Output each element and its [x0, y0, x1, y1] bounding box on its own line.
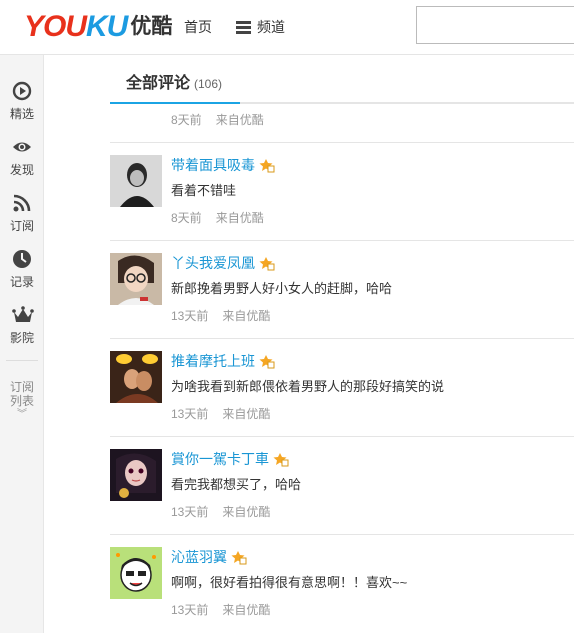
- tab-title: 全部评论: [126, 75, 191, 92]
- comment-username[interactable]: 丫头我爱凤凰: [171, 254, 275, 272]
- comment-time: 8天前: [171, 113, 202, 127]
- comment-tab-bar: 全部评论 (106): [110, 70, 574, 104]
- vip-badge-icon: [231, 550, 247, 565]
- sidebar-item-label: 影院: [9, 331, 34, 345]
- comment-source: 来自优酷: [222, 505, 271, 519]
- sidebar-subscription-list[interactable]: 订阅 列表 ︾: [0, 380, 44, 420]
- avatar[interactable]: [110, 155, 162, 207]
- comment-meta: 13天前 来自优酷: [171, 603, 270, 617]
- comment-item: 沁蓝羽翼 啊啊，很好看拍得很有意思啊！！喜欢~~ 13天前 来自优酷: [110, 534, 574, 633]
- eye-icon: [12, 137, 32, 157]
- comment-text: 新郎挽着男野人好小女人的赶脚，哈哈: [171, 281, 393, 296]
- avatar[interactable]: [110, 253, 162, 305]
- sidebar-item-featured[interactable]: 精选: [0, 81, 44, 122]
- sidebar-item-label: 订阅: [9, 219, 34, 233]
- comment-username[interactable]: 带着面具吸毒: [171, 156, 275, 174]
- comment-text: 啊啊，很好看拍得很有意思啊！！喜欢~~: [171, 575, 408, 590]
- comment-time: 13天前: [171, 603, 209, 617]
- comment-time: 13天前: [171, 407, 209, 421]
- avatar[interactable]: [110, 449, 162, 501]
- vip-badge-icon: [259, 158, 275, 173]
- sidebar-item-label: 发现: [9, 163, 34, 177]
- avatar[interactable]: [110, 351, 162, 403]
- left-sidebar: 精选 发现 订阅 记录 影院 订阅 列表 ︾: [0, 55, 44, 633]
- vip-badge-icon: [259, 354, 275, 369]
- comment-meta: 13天前 来自优酷: [171, 309, 270, 323]
- comment-meta: 8天前 来自优酷: [171, 113, 264, 127]
- comment-time: 8天前: [171, 211, 202, 225]
- sidebar-item-discover[interactable]: 发现: [0, 137, 44, 178]
- logo-wordmark: YOUKU: [24, 10, 128, 43]
- avatar[interactable]: [110, 547, 162, 599]
- comment-username[interactable]: 沁蓝羽翼: [171, 548, 247, 566]
- sidebar-item-subscribe[interactable]: 订阅: [0, 193, 44, 234]
- logo-chinese: 优酷: [130, 15, 173, 38]
- play-circle-icon: [12, 81, 32, 101]
- sub-list-line1: 订阅: [9, 380, 34, 394]
- comment-source: 来自优酷: [222, 309, 271, 323]
- comment-meta: 13天前 来自优酷: [171, 505, 270, 519]
- vip-badge-icon: [259, 256, 275, 271]
- sidebar-item-label: 精选: [9, 107, 34, 121]
- comment-username[interactable]: 推着摩托上班: [171, 352, 275, 370]
- tab-all-comments[interactable]: 全部评论 (106): [110, 70, 240, 104]
- nav-channel-label: 频道: [257, 19, 285, 35]
- comment-source: 来自优酷: [222, 407, 271, 421]
- nav-channel-menu[interactable]: 频道: [236, 17, 285, 37]
- rss-icon: [12, 193, 32, 213]
- comment-source: 来自优酷: [222, 603, 271, 617]
- comment-source: 来自优酷: [215, 211, 264, 225]
- comment-count: (106): [194, 77, 223, 91]
- comment-meta: 13天前 来自优酷: [171, 407, 270, 421]
- vip-badge-icon: [273, 452, 289, 467]
- comment-source: 来自优酷: [215, 113, 264, 127]
- comment-item: 賞你一駕卡丁車 看完我都想买了，哈哈 13天前 来自优酷: [110, 436, 574, 534]
- comment-item: 推着摩托上班 为啥我看到新郎偎依着男野人的那段好搞笑的说 13天前 来自优酷: [110, 338, 574, 436]
- comment-username[interactable]: 賞你一駕卡丁車: [171, 450, 289, 468]
- comment-text: 看完我都想买了，哈哈: [171, 477, 302, 492]
- sidebar-item-label: 记录: [9, 275, 34, 289]
- comment-item: 丫头我爱凤凰 新郎挽着男野人好小女人的赶脚，哈哈 13天前 来自优酷: [110, 240, 574, 338]
- clock-icon: [12, 249, 32, 269]
- chevron-down-icon: ︾: [17, 409, 27, 420]
- nav-home-link[interactable]: 首页: [184, 17, 212, 37]
- crown-icon: [12, 305, 34, 325]
- sidebar-divider: [6, 360, 38, 361]
- top-header: YOUKU 优酷 首页 频道: [0, 0, 574, 55]
- sidebar-item-history[interactable]: 记录: [0, 249, 44, 290]
- menu-icon: [236, 20, 251, 34]
- youku-logo[interactable]: YOUKU 优酷: [24, 10, 172, 44]
- comment-time: 13天前: [171, 309, 209, 323]
- comment-time: 13天前: [171, 505, 209, 519]
- comment-text: 看着不错哇: [171, 183, 237, 198]
- sidebar-item-cinema[interactable]: 影院: [0, 305, 44, 346]
- comment-item: 带着面具吸毒 看着不错哇 8天前 来自优酷: [110, 142, 574, 240]
- search-input[interactable]: [416, 6, 574, 44]
- sub-list-line2: 列表: [9, 394, 34, 408]
- comment-text: 为啥我看到新郎偎依着男野人的那段好搞笑的说: [171, 379, 445, 394]
- comment-meta: 8天前 来自优酷: [171, 211, 264, 225]
